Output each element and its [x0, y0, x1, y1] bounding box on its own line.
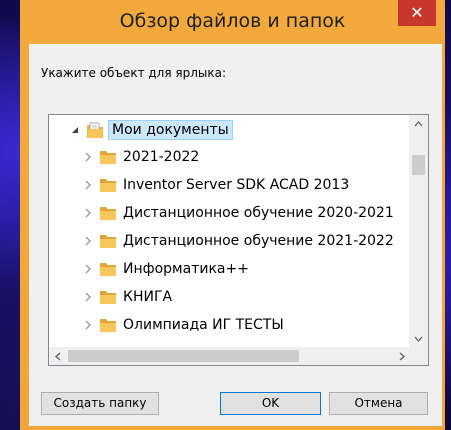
vertical-scrollbar[interactable]: [409, 115, 428, 347]
folder-icon: [99, 149, 117, 165]
tree-item-folder[interactable]: Inventor Server SDK ACAD 2013: [83, 173, 349, 197]
browse-dialog: Обзор файлов и папок ✕ Укажите объект дл…: [20, 0, 445, 430]
tree-item-folder[interactable]: Дистанционное обучение 2021-2022: [83, 229, 394, 253]
folder-icon: [99, 289, 117, 305]
folder-icon: [99, 233, 117, 249]
expand-arrow-icon[interactable]: [83, 152, 93, 162]
tree-item-label: Дистанционное обучение 2020-2021: [123, 205, 394, 221]
tree-viewport: Мои документы 2021-2022 Inventor Server …: [49, 115, 410, 347]
tree-item-label: Информатика++: [123, 261, 249, 277]
folder-tree[interactable]: Мои документы 2021-2022 Inventor Server …: [48, 114, 429, 366]
tree-item-folder[interactable]: КНИГА: [83, 285, 172, 309]
vertical-scroll-thumb[interactable]: [412, 155, 425, 175]
expand-arrow-icon[interactable]: [83, 236, 93, 246]
tree-item-folder[interactable]: 2021-2022: [83, 145, 199, 169]
folder-icon: [99, 205, 117, 221]
scroll-down-icon[interactable]: [409, 330, 428, 347]
folder-icon: [99, 177, 117, 193]
ok-button[interactable]: OK: [220, 392, 321, 415]
expand-arrow-icon[interactable]: [83, 292, 93, 302]
new-folder-button[interactable]: Создать папку: [41, 392, 159, 415]
folder-icon: [99, 261, 117, 277]
scrollbar-corner: [409, 347, 428, 365]
cancel-button[interactable]: Отмена: [329, 392, 428, 415]
prompt-label: Укажите объект для ярлыка:: [41, 66, 226, 80]
expand-arrow-icon[interactable]: [83, 320, 93, 330]
tree-item-folder[interactable]: Олимпиада ИГ ТЕСТЫ: [83, 313, 284, 337]
tree-item-folder[interactable]: Информатика++: [83, 257, 249, 281]
tree-item-label: КНИГА: [123, 289, 173, 305]
dialog-title: Обзор файлов и папок: [119, 10, 346, 32]
tree-item-label: Мои документы: [108, 120, 233, 140]
horizontal-scroll-thumb[interactable]: [68, 350, 299, 362]
scroll-left-icon[interactable]: [49, 347, 66, 365]
documents-icon: [86, 122, 104, 138]
tree-item-folder[interactable]: Дистанционное обучение 2020-2021: [83, 201, 394, 225]
tree-item-label: Inventor Server SDK ACAD 2013: [123, 177, 350, 193]
scroll-right-icon[interactable]: [393, 347, 410, 365]
folder-icon: [99, 317, 117, 333]
expand-arrow-icon[interactable]: [83, 264, 93, 274]
scroll-up-icon[interactable]: [409, 115, 428, 132]
tree-item-my-documents[interactable]: Мои документы: [70, 118, 233, 142]
tree-item-label: 2021-2022: [123, 149, 200, 165]
expand-arrow-icon[interactable]: [83, 208, 93, 218]
dialog-client: Укажите объект для ярлыка: Мои документы…: [29, 44, 442, 426]
tree-item-label: Олимпиада ИГ ТЕСТЫ: [123, 317, 284, 333]
title-bar[interactable]: Обзор файлов и папок ✕: [20, 0, 445, 44]
close-icon: ✕: [410, 3, 424, 22]
horizontal-scrollbar[interactable]: [49, 347, 410, 365]
expand-arrow-icon[interactable]: [83, 180, 93, 190]
tree-item-label: Дистанционное обучение 2021-2022: [123, 233, 394, 249]
collapse-arrow-icon[interactable]: [70, 125, 80, 135]
close-button[interactable]: ✕: [398, 0, 436, 26]
